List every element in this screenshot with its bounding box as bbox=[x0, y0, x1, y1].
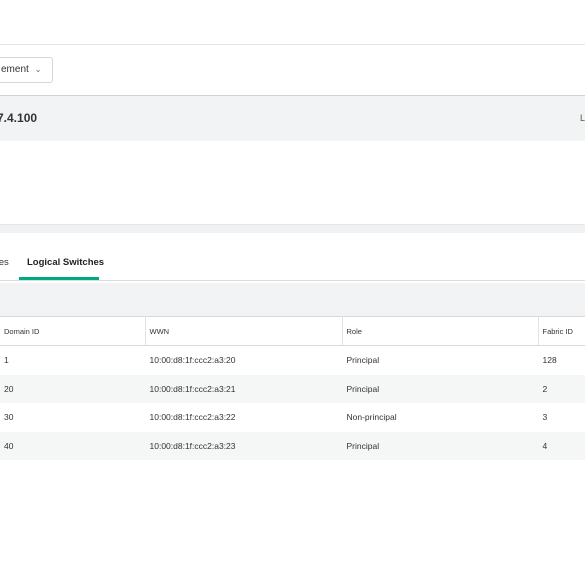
switch-ip-address: 7.4.100 bbox=[0, 111, 38, 125]
cell-role: Principal bbox=[346, 355, 380, 366]
cell-wwn: 10:00:d8:1f:ccc2:a3:23 bbox=[145, 431, 342, 460]
cell-fabric-id: 4 bbox=[538, 431, 585, 460]
column-header-fabric-id[interactable]: Fabric ID bbox=[538, 316, 585, 346]
cell-domain-id: 1 bbox=[4, 355, 9, 366]
table-row[interactable]: 20 10:00:d8:1f:ccc2:a3:21 Principal 2 bbox=[0, 374, 585, 403]
management-dropdown[interactable]: ement ⌄ bbox=[0, 57, 53, 83]
table-row[interactable]: 40 10:00:d8:1f:ccc2:a3:23 Principal 4 bbox=[0, 431, 585, 460]
switch-title-bar: 7.4.100 L bbox=[0, 95, 585, 142]
logical-switches-table: Domain ID WWN Role Fabric ID 1 10:00:d8:… bbox=[0, 316, 585, 460]
cell-fabric-id: 128 bbox=[542, 355, 557, 366]
chevron-down-icon: ⌄ bbox=[34, 65, 42, 74]
title-bar-right-fragment: L bbox=[579, 113, 585, 123]
cell-fabric-id: 3 bbox=[542, 412, 548, 423]
cell-fabric-id: 2 bbox=[538, 374, 585, 403]
table-row[interactable]: 1 10:00:d8:1f:ccc2:a3:20 Principal 128 bbox=[0, 346, 585, 375]
tab-previous[interactable]: ses bbox=[0, 257, 9, 268]
column-header-role[interactable]: Role bbox=[342, 316, 539, 346]
column-header-wwn[interactable]: WWN bbox=[145, 316, 343, 346]
cell-domain-id: 20 bbox=[0, 374, 145, 403]
cell-wwn: 10:00:d8:1f:ccc2:a3:22 bbox=[149, 412, 236, 423]
management-dropdown-label: ement bbox=[1, 64, 29, 75]
cell-domain-id: 40 bbox=[0, 431, 145, 460]
cell-role: Non-principal bbox=[346, 412, 397, 423]
table-row[interactable]: 30 10:00:d8:1f:ccc2:a3:22 Non-principal … bbox=[0, 403, 585, 432]
active-tab-indicator bbox=[19, 277, 99, 280]
table-header-row: Domain ID WWN Role Fabric ID bbox=[0, 316, 585, 346]
cell-role: Principal bbox=[342, 431, 538, 460]
table-toolbar bbox=[0, 283, 585, 316]
tab-logical-switches[interactable]: Logical Switches bbox=[27, 257, 104, 268]
cell-wwn: 10:00:d8:1f:ccc2:a3:21 bbox=[145, 374, 342, 403]
cell-wwn: 10:00:d8:1f:ccc2:a3:20 bbox=[149, 355, 236, 366]
view-selector-row: ement ⌄ bbox=[0, 45, 585, 95]
tab-bar: ses Logical Switches bbox=[0, 233, 585, 281]
column-header-domain-id[interactable]: Domain ID bbox=[0, 316, 146, 346]
top-header-band bbox=[0, 0, 585, 45]
details-area bbox=[0, 141, 585, 224]
cell-role: Principal bbox=[342, 374, 538, 403]
cell-domain-id: 30 bbox=[4, 412, 14, 423]
